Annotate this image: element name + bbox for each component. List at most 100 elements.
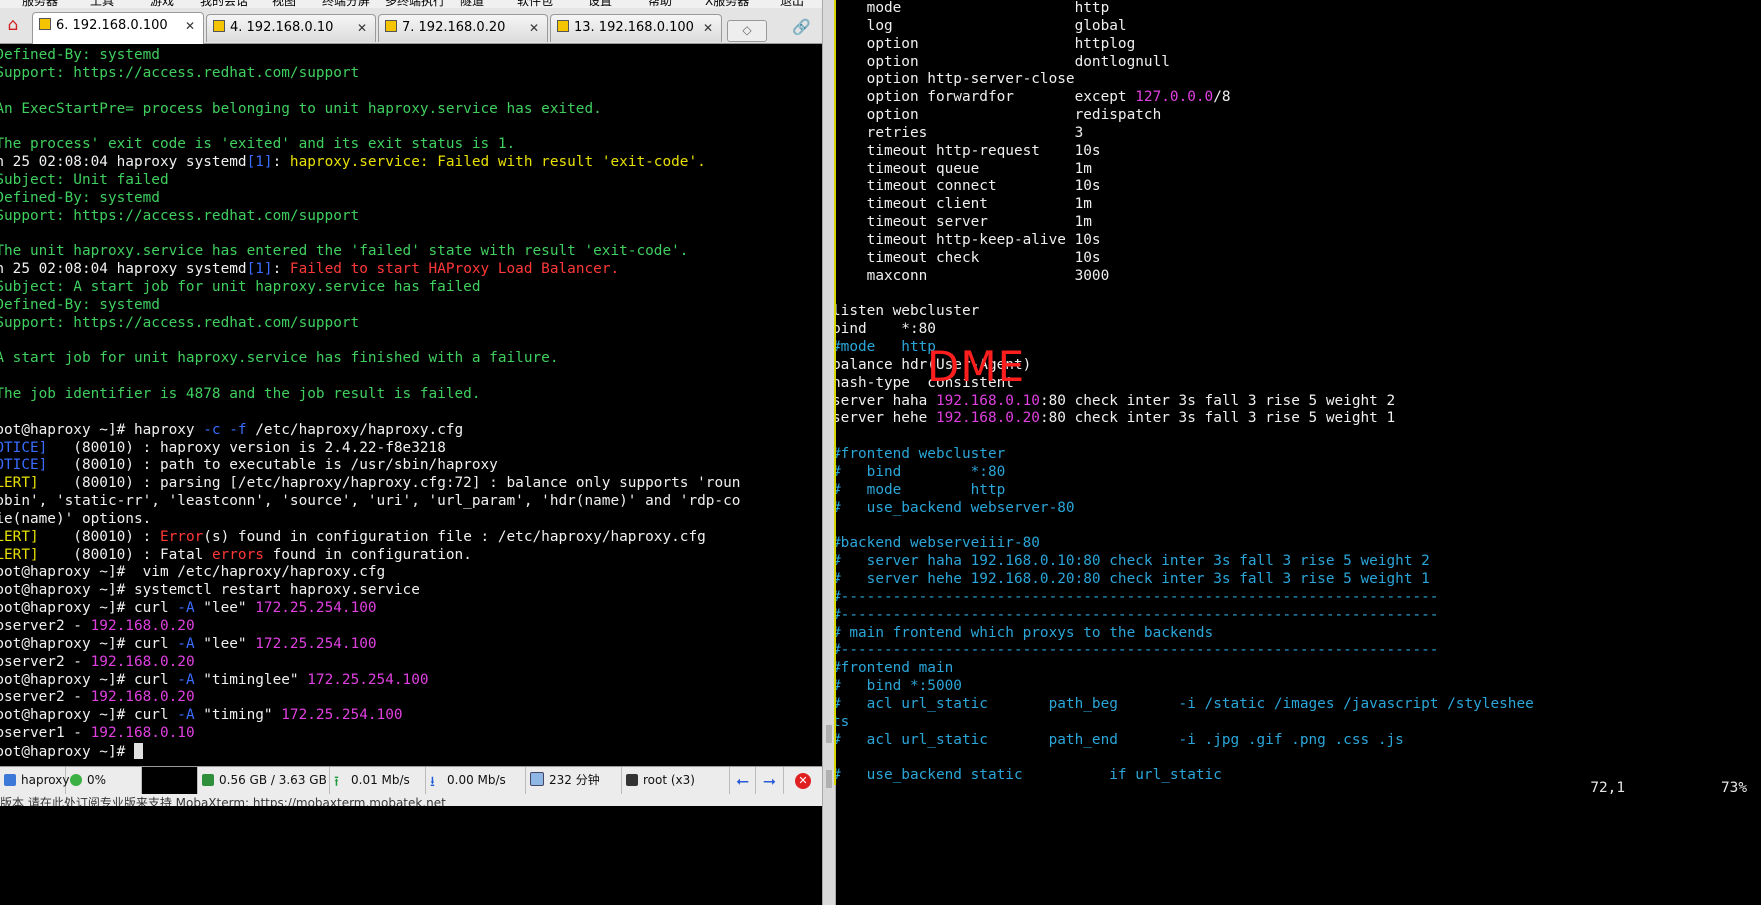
paperclip-icon[interactable]: 🔗 bbox=[792, 18, 811, 36]
terminal-line: server haha 192.168.0.10:80 check inter … bbox=[836, 393, 1534, 411]
terminal-line: [root@haproxy ~]# curl -A "timinglee" 17… bbox=[0, 672, 740, 690]
terminal-text: Defined-By: systemd bbox=[0, 296, 160, 313]
terminal-text: -A bbox=[177, 671, 195, 688]
terminal-line: timeout client 1m bbox=[836, 196, 1534, 214]
menu-bar: 服务器 工具 游戏 我的会话 视图 终端分屏 多终端执行 隧道 软件包 设置 帮… bbox=[0, 0, 822, 8]
close-tab-icon[interactable]: ✕ bbox=[703, 15, 713, 41]
right-terminal-pane[interactable]: mode http log global option httplog opti… bbox=[836, 0, 1761, 905]
terminal-text: [ALERT] bbox=[0, 475, 39, 492]
terminal-text: [1] bbox=[246, 154, 273, 171]
terminal-line: server hehe 192.168.0.20:80 check inter … bbox=[836, 410, 1534, 428]
close-session-icon[interactable]: ✕ bbox=[788, 767, 818, 794]
terminal-line: timeout queue 1m bbox=[836, 161, 1534, 179]
terminal-text: [ALERT] bbox=[0, 546, 39, 563]
status-host: haproxy bbox=[0, 767, 69, 794]
terminal-text: Subject: A start job for unit haproxy.se… bbox=[0, 278, 481, 295]
terminal-text: ts bbox=[836, 713, 850, 730]
status-memory: 0.56 GB / 3.63 GB bbox=[198, 767, 330, 794]
terminal-line: timeout server 1m bbox=[836, 214, 1534, 232]
terminal-line: timeout http-request 10s bbox=[836, 143, 1534, 161]
arrow-left-icon[interactable]: ⭠ bbox=[730, 767, 756, 794]
vim-cursor-position: 72,1 bbox=[1590, 780, 1625, 796]
terminal-line: timeout http-keep-alive 10s bbox=[836, 232, 1534, 250]
terminal-text: 192.168.0.20 bbox=[90, 689, 195, 706]
close-tab-icon[interactable]: ✕ bbox=[185, 13, 195, 39]
terminal-line: [root@haproxy ~]# curl -A "timing" 172.2… bbox=[0, 707, 740, 725]
terminal-text: "timinglee" bbox=[194, 671, 308, 688]
terminal-text: # bind *:80 bbox=[836, 463, 1006, 480]
download-arrow-icon: ⭳ bbox=[430, 774, 435, 790]
terminal-line: # acl url_static path_end -i .jpg .gif .… bbox=[836, 732, 1534, 750]
terminal-text: (80010) : bbox=[38, 528, 160, 545]
terminal-text: #---------------------------------------… bbox=[836, 606, 1439, 623]
status-user: root (x3) bbox=[622, 767, 730, 794]
arrow-right-icon[interactable]: ⭢ bbox=[756, 767, 784, 794]
sign-mark bbox=[834, 303, 836, 447]
terminal-text: webserver2 - bbox=[0, 689, 82, 706]
terminal-text: -A bbox=[177, 707, 195, 724]
terminal-text: The process' exit code is 'exited' and i… bbox=[0, 136, 516, 153]
terminal-text: (80010) : haproxy version is 2.4.22-f8e3… bbox=[47, 439, 446, 456]
terminal-text: # bind *:5000 bbox=[836, 678, 962, 695]
terminal-line: maxconn 3000 bbox=[836, 268, 1534, 286]
terminal-text: server hehe bbox=[836, 410, 936, 427]
terminal-text: "lee" bbox=[194, 600, 256, 617]
terminal-text: # use_backend static if url_static bbox=[836, 767, 1222, 784]
terminal-text: okie(name)' options. bbox=[0, 510, 152, 527]
terminal-text: option redispatch bbox=[836, 107, 1162, 124]
tab-session-7[interactable]: 7. 192.168.0.20 ✕ bbox=[378, 14, 548, 42]
terminal-line: [NOTICE] (80010) : path to executable is… bbox=[0, 457, 740, 475]
new-tab-button[interactable]: ◇ bbox=[727, 20, 767, 42]
terminal-text: "timing" bbox=[194, 707, 282, 724]
sign-mark bbox=[834, 0, 836, 304]
subscribe-banner[interactable]: 版本 请在此处订阅专业版来支持 MobaXterm: https://mobax… bbox=[0, 794, 822, 806]
terminal-line: okie(name)' options. bbox=[0, 511, 740, 529]
terminal-text: Jan 25 02:08:04 haproxy systemd bbox=[0, 154, 247, 171]
terminal-text: :80 check inter 3s fall 3 rise 5 weight … bbox=[1039, 392, 1396, 409]
terminal-line: drobin', 'static-rr', 'leastconn', 'sour… bbox=[0, 493, 740, 511]
left-terminal-pane[interactable]: 服务器 工具 游戏 我的会话 视图 终端分屏 多终端执行 隧道 软件包 设置 帮… bbox=[0, 0, 822, 905]
terminal-text: Support: https://access.redhat.com/suppo… bbox=[0, 314, 360, 331]
terminal-line: mode http bbox=[836, 0, 1534, 18]
terminal-line: listen webcluster bbox=[836, 303, 1534, 321]
terminal-cursor bbox=[133, 742, 143, 759]
tab-session-4[interactable]: 4. 192.168.0.10 ✕ bbox=[206, 14, 376, 42]
terminal-text: option forwardfor except bbox=[836, 89, 1136, 106]
terminal-text: 192.168.0.10 bbox=[935, 392, 1040, 409]
terminal-text: # mode http bbox=[836, 481, 1006, 498]
terminal-line: webserver1 - 192.168.0.10 bbox=[0, 725, 740, 743]
terminal-line: bind *:80 bbox=[836, 321, 1534, 339]
close-tab-icon[interactable]: ✕ bbox=[529, 15, 539, 41]
terminal-text: errors bbox=[211, 546, 264, 563]
sign-mark bbox=[834, 428, 836, 786]
terminal-text: [root@haproxy ~]# systemctl restart hapr… bbox=[0, 582, 420, 599]
terminal-text: webserver2 - bbox=[0, 618, 82, 634]
close-tab-icon[interactable]: ✕ bbox=[357, 15, 367, 41]
tab-session-6[interactable]: 6. 192.168.0.100 ✕ bbox=[32, 12, 204, 44]
terminal-text: Support: https://access.redhat.com/suppo… bbox=[0, 64, 360, 81]
terminal-line: [root@haproxy ~]# haproxy -c -f /etc/hap… bbox=[0, 422, 740, 440]
divider-grip bbox=[826, 770, 832, 788]
terminal-line: # acl url_static path_beg -i /static /im… bbox=[836, 696, 1534, 714]
status-upload: ⭱ 0.01 Mb/s bbox=[330, 767, 426, 794]
home-icon[interactable]: ⌂ bbox=[2, 14, 24, 36]
terminal-text: Defined-By: systemd bbox=[0, 47, 160, 63]
terminal-text: 127.0.0.0 bbox=[1135, 89, 1214, 106]
terminal-line: Support: https://access.redhat.com/suppo… bbox=[0, 65, 740, 83]
terminal-line: option redispatch bbox=[836, 107, 1534, 125]
tab-session-13[interactable]: 13. 192.168.0.100 ✕ bbox=[550, 14, 722, 42]
vim-editor-buffer[interactable]: mode http log global option httplog opti… bbox=[836, 0, 1534, 785]
terminal-line: #---------------------------------------… bbox=[836, 589, 1534, 607]
terminal-text: timeout connect 10s bbox=[836, 178, 1101, 195]
status-cpu: 0% bbox=[66, 767, 142, 794]
terminal-text: drobin', 'static-rr', 'leastconn', 'sour… bbox=[0, 493, 741, 510]
terminal-line: A start job for unit haproxy.service has… bbox=[0, 350, 740, 368]
terminal-text: log global bbox=[836, 17, 1127, 34]
terminal-line: # server hehe 192.168.0.20:80 check inte… bbox=[836, 571, 1534, 589]
tab-label: 6. 192.168.0.100 bbox=[56, 18, 168, 33]
